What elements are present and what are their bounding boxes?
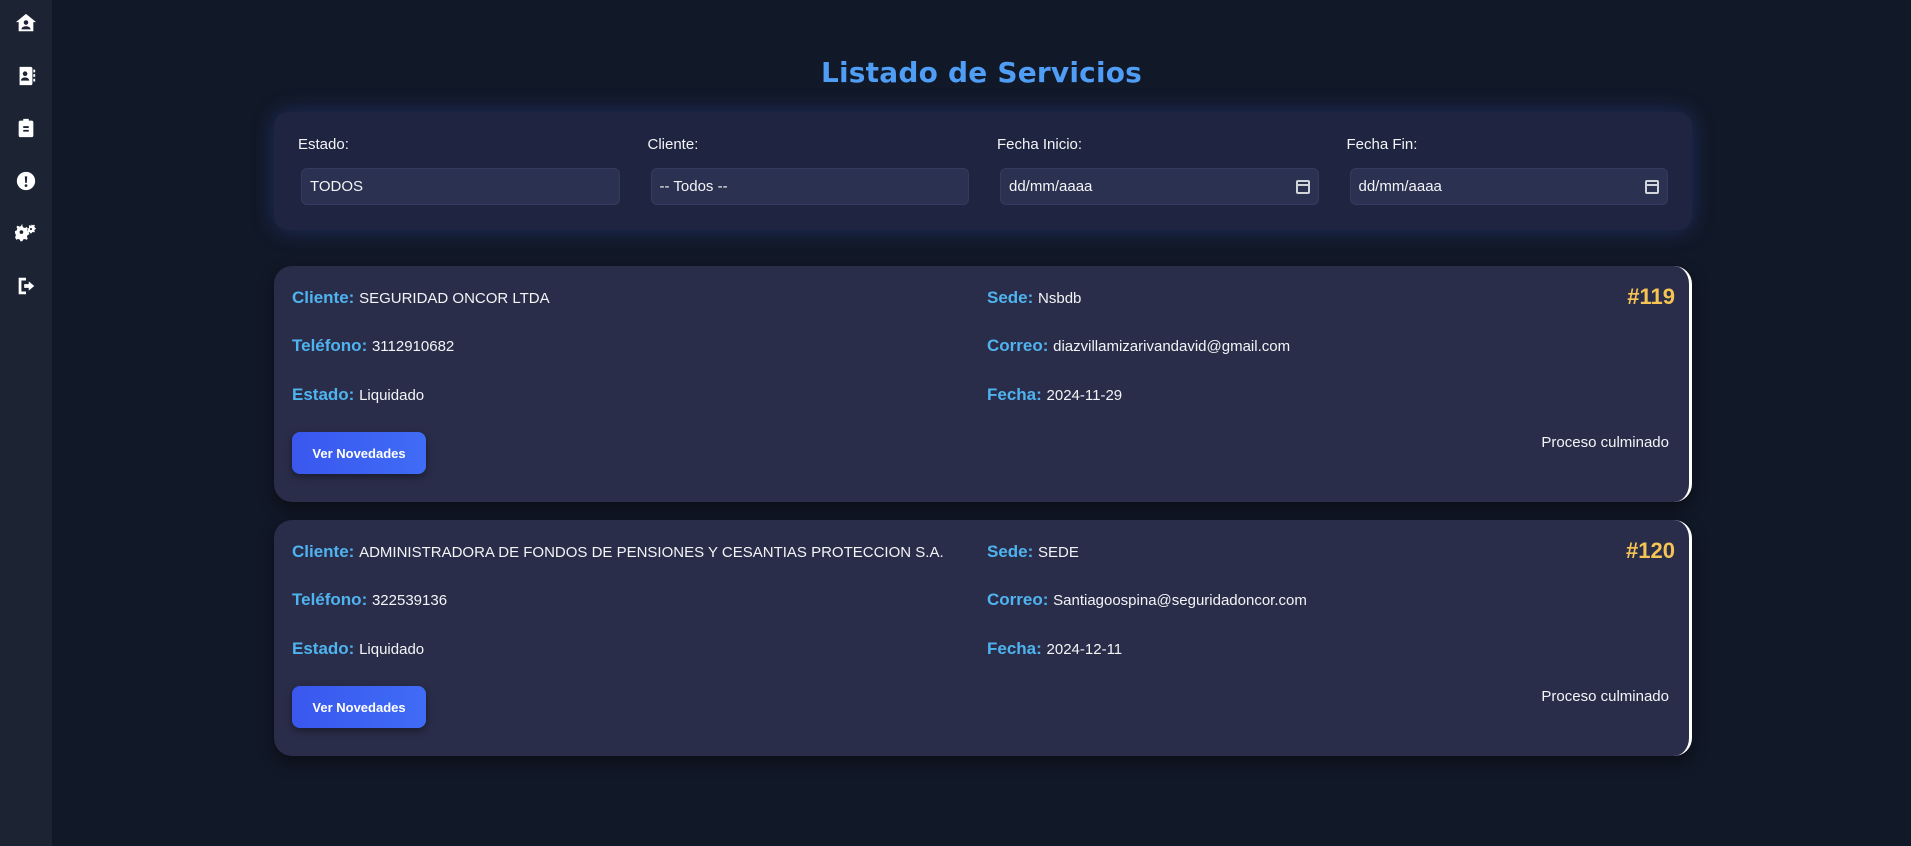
filter-fecha-fin-label: Fecha Fin: [1346, 136, 1418, 153]
filter-estado-label: Estado: [298, 136, 349, 153]
estado-value: Liquidado [359, 387, 425, 404]
telefono-value: 3112910682 [371, 338, 455, 355]
cliente-label: Cliente: [292, 542, 360, 561]
fecha-fin-input[interactable]: dd/mm/aaaa [1349, 168, 1668, 205]
estado-select[interactable]: TODOS [301, 168, 620, 205]
sede-row: Sede: Nsbdb [987, 288, 1081, 308]
fecha-inicio-placeholder: dd/mm/aaaa [1009, 178, 1093, 195]
estado-select-value: TODOS [310, 178, 364, 195]
filter-fecha-inicio: Fecha Inicio: dd/mm/aaaa [997, 136, 1319, 230]
fecha-inicio-input[interactable]: dd/mm/aaaa [1000, 168, 1319, 205]
sede-row: Sede: SEDE [987, 542, 1079, 562]
sede-value: Nsbdb [1038, 290, 1082, 307]
correo-row: Correo: diazvillamizarivandavid@gmail.co… [987, 336, 1290, 356]
correo-value: diazvillamizarivandavid@gmail.com [1053, 338, 1291, 355]
cliente-value: ADMINISTRADORA DE FONDOS DE PENSIONES Y … [359, 544, 944, 561]
cliente-row: Cliente: ADMINISTRADORA DE FONDOS DE PEN… [292, 542, 944, 562]
estado-label: Estado: [292, 385, 360, 404]
cliente-select[interactable]: -- Todos -- [650, 168, 969, 205]
filter-fecha-inicio-label: Fecha Inicio: [997, 136, 1083, 153]
correo-value: Santiagoospina@seguridadoncor.com [1053, 592, 1307, 609]
sidebar [0, 0, 52, 846]
cliente-value: SEGURIDAD ONCOR LTDA [359, 290, 550, 307]
service-number: #119 [1627, 284, 1675, 309]
status-text: Proceso culminado [1541, 688, 1669, 705]
filter-cliente-label: Cliente: [647, 136, 699, 153]
ver-novedades-button[interactable]: Ver Novedades [292, 432, 426, 474]
fecha-label: Fecha: [987, 385, 1047, 404]
fecha-row: Fecha: 2024-11-29 [987, 385, 1122, 405]
sede-label: Sede: [987, 288, 1039, 307]
fecha-value: 2024-11-29 [1046, 387, 1123, 404]
page-title: Listado de Servicios [820, 56, 1143, 89]
estado-row: Estado: Liquidado [292, 385, 424, 405]
gears-icon[interactable] [13, 220, 39, 246]
correo-row: Correo: Santiagoospina@seguridadoncor.co… [987, 590, 1307, 610]
status-text: Proceso culminado [1541, 434, 1669, 451]
sede-value: SEDE [1038, 544, 1079, 561]
cliente-select-value: -- Todos -- [659, 178, 728, 195]
cliente-row: Cliente: SEGURIDAD ONCOR LTDA [292, 288, 550, 308]
clipboard-icon[interactable] [13, 115, 39, 141]
fecha-label: Fecha: [987, 639, 1047, 658]
telefono-value: 322539136 [371, 592, 448, 609]
alert-circle-icon[interactable] [13, 168, 39, 194]
home-user-icon[interactable] [13, 10, 39, 36]
fecha-value: 2024-12-11 [1046, 641, 1123, 658]
service-card: Cliente: ADMINISTRADORA DE FONDOS DE PEN… [274, 520, 1692, 756]
filter-estado: Estado: TODOS [298, 136, 620, 230]
filter-fecha-fin: Fecha Fin: dd/mm/aaaa [1346, 136, 1668, 230]
fecha-fin-placeholder: dd/mm/aaaa [1358, 178, 1442, 195]
correo-label: Correo: [987, 336, 1054, 355]
calendar-icon[interactable] [1295, 179, 1310, 194]
filter-cliente: Cliente: -- Todos -- [647, 136, 969, 230]
estado-value: Liquidado [359, 641, 425, 658]
sede-label: Sede: [987, 542, 1039, 561]
logout-icon[interactable] [13, 273, 39, 299]
telefono-row: Teléfono: 322539136 [292, 590, 447, 610]
service-number: #120 [1626, 538, 1675, 563]
estado-label: Estado: [292, 639, 360, 658]
estado-row: Estado: Liquidado [292, 639, 424, 659]
correo-label: Correo: [987, 590, 1054, 609]
telefono-label: Teléfono: [292, 336, 372, 355]
telefono-row: Teléfono: 3112910682 [292, 336, 454, 356]
cliente-label: Cliente: [292, 288, 360, 307]
calendar-icon[interactable] [1645, 179, 1659, 194]
telefono-label: Teléfono: [292, 590, 372, 609]
service-card: Cliente: SEGURIDAD ONCOR LTDA Teléfono: … [274, 266, 1692, 502]
fecha-row: Fecha: 2024-12-11 [987, 639, 1122, 659]
ver-novedades-button[interactable]: Ver Novedades [292, 686, 426, 728]
filters-panel: Estado: TODOS Cliente: -- Todos -- Fecha… [274, 112, 1692, 230]
